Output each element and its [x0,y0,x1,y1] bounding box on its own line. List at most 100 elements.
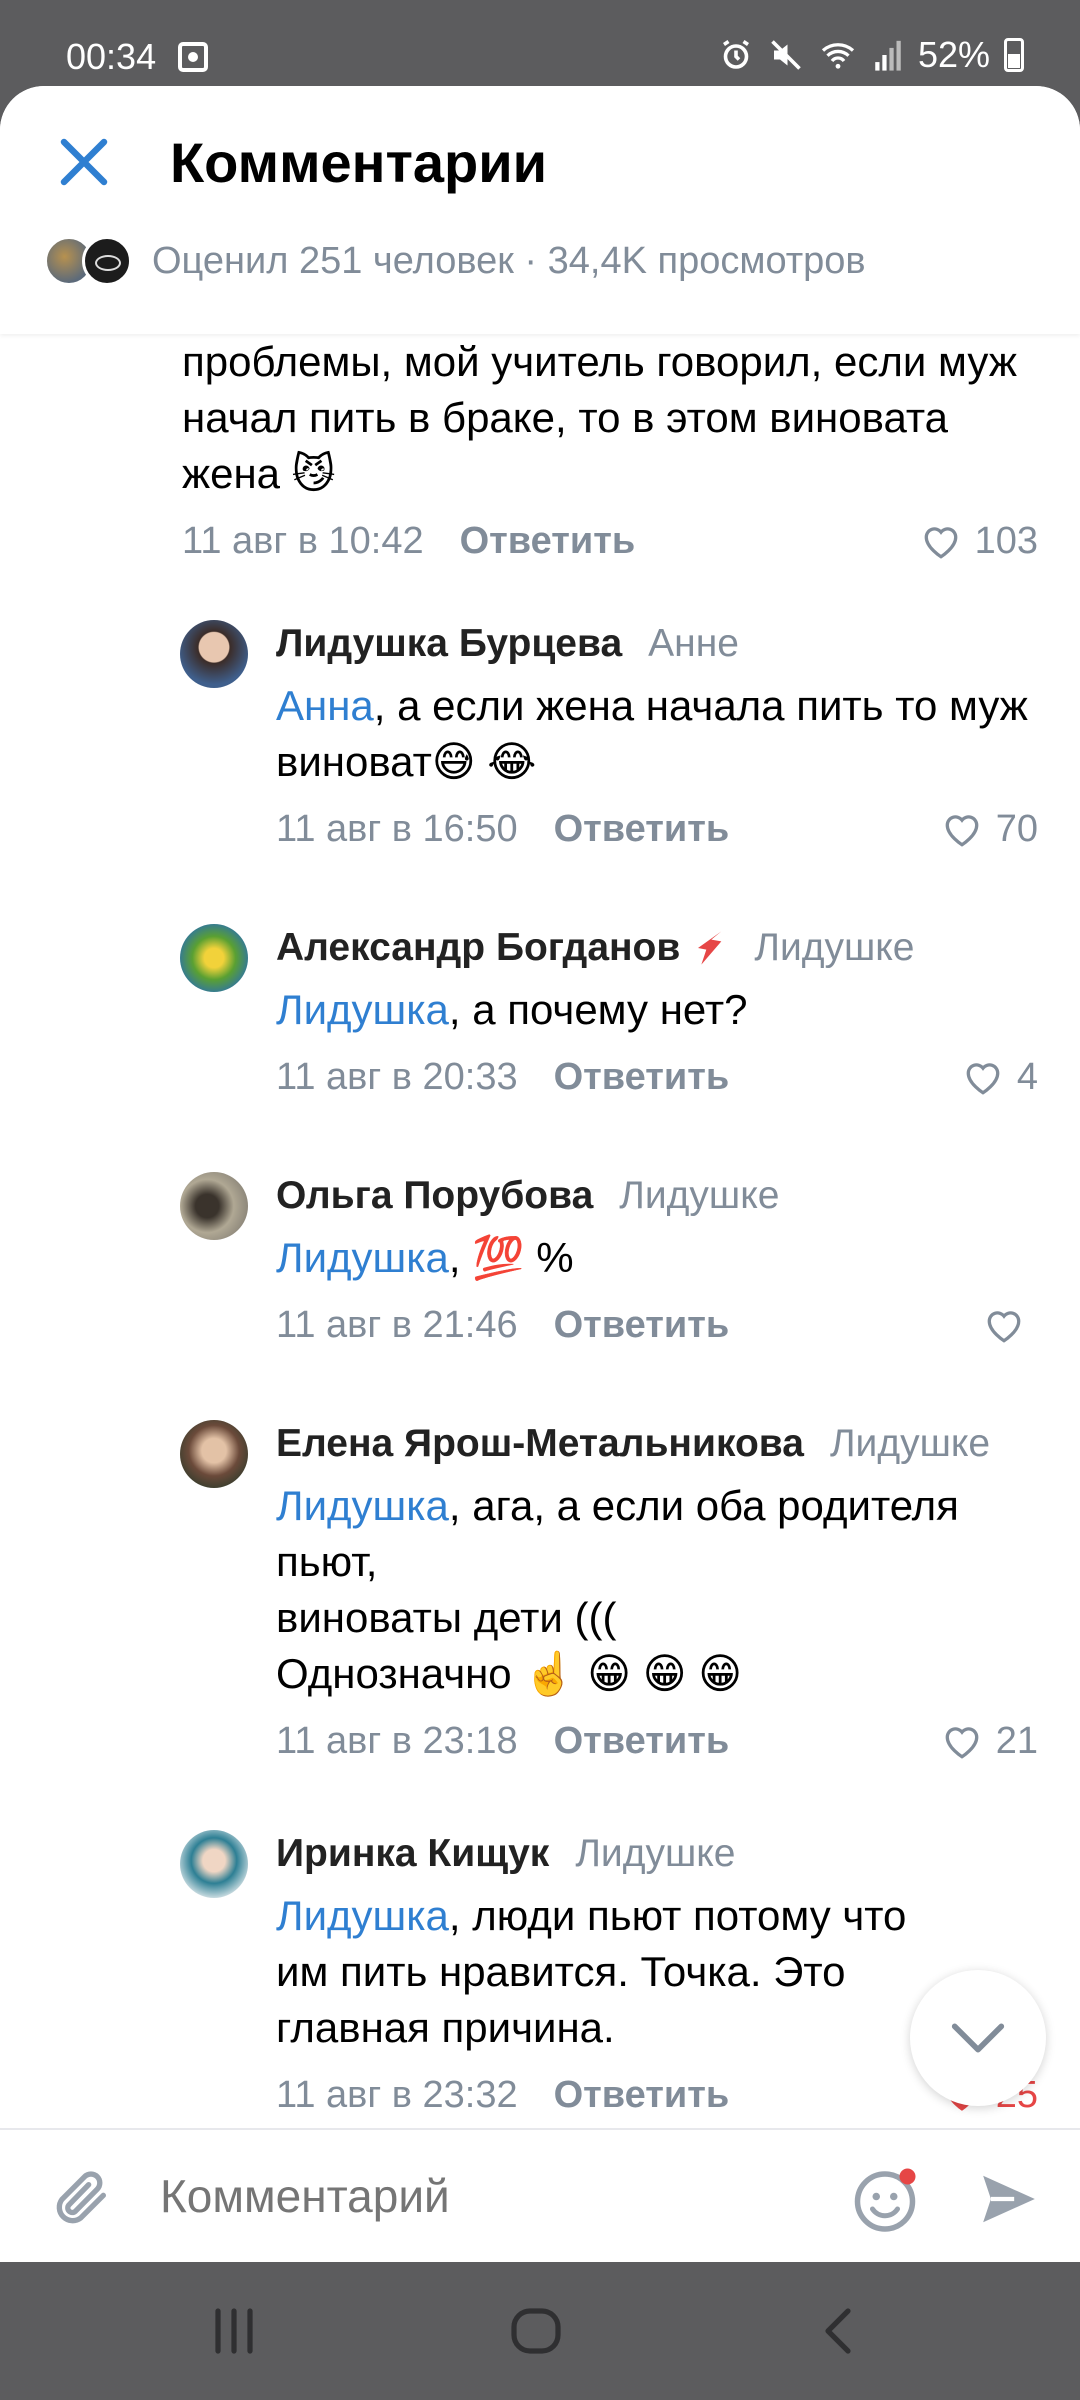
liked-avatars [44,236,132,286]
author-name[interactable]: Лидушка Бурцева [276,620,622,668]
notification-icon [178,42,208,72]
battery-icon [1004,38,1024,72]
reply-button[interactable]: Ответить [554,1720,730,1763]
mention-link[interactable]: Лидушка [276,986,449,1033]
comment-text: Лидушка, люди пьют потому что им пить нр… [276,1888,916,2056]
comment-time: 11 авг в 23:32 [276,2074,518,2116]
like-button[interactable]: 21 [942,1720,1038,1763]
comment-time: 11 авг в 20:33 [276,1056,518,1098]
comment-time: 11 авг в 23:18 [276,1720,518,1762]
comment-header: Елена Ярош-Метальникова Лидушке [276,1420,1038,1468]
avatar[interactable] [180,620,248,688]
comment-meta: 11 авг в 10:42 Ответить 103 [182,520,1038,563]
signal-icon [875,40,901,71]
alarm-icon [722,40,749,69]
like-count: 4 [1016,1056,1038,1098]
author-name[interactable]: Ольга Порубова [276,1172,593,1220]
status-icons: 52% [718,34,1024,76]
avatar[interactable] [180,1420,248,1488]
comment-item: Александр Богданов Лидушке Лидушка, а по… [180,924,1038,1099]
chevron-down-icon [951,2023,1005,2053]
mention-link[interactable]: Анна [276,682,374,729]
reply-button[interactable]: Ответить [554,808,730,851]
comment-time: 11 авг в 10:42 [182,520,424,562]
comments-header: Комментарии Оценил 251 человек · 34,4K п… [0,86,1080,334]
scroll-down-button[interactable] [910,1970,1046,2106]
reply-button[interactable]: Ответить [460,520,636,563]
comment-time: 11 авг в 16:50 [276,808,518,850]
comment-text: Лидушка, ага, а если оба родителя пьют, … [276,1478,1038,1702]
reply-to[interactable]: Лидушке [575,1830,735,1878]
comment-body: , 💯 % [448,1234,574,1281]
comment-meta: 11 авг в 21:46 Ответить [276,1304,1038,1347]
comment-text: Лидушка, а почему нет? [276,982,1038,1038]
prometheus-flame-icon [698,931,722,965]
author-name[interactable]: Елена Ярош-Метальникова [276,1420,804,1468]
reply-to[interactable]: Лидушке [619,1172,779,1220]
comment-body: , а если жена начала пить то муж виноват… [276,682,1028,785]
avatar[interactable] [180,1172,248,1240]
recents-icon[interactable] [206,2306,262,2356]
comments-list[interactable]: проблемы, мой учитель говорил, если муж … [0,334,1080,2212]
back-icon[interactable] [816,2306,864,2356]
avatar[interactable] [180,1830,248,1898]
comment-meta: 11 авг в 20:33 Ответить 4 [276,1056,1038,1099]
like-count: 21 [995,1720,1038,1762]
like-button[interactable]: 4 [963,1056,1038,1099]
like-count: 70 [995,808,1038,850]
battery-percent: 52% [917,34,990,75]
reply-to[interactable]: Лидушке [754,924,914,972]
wifi-icon [821,43,855,69]
reply-button[interactable]: Ответить [554,1304,730,1347]
reply-to[interactable]: Лидушке [830,1420,990,1468]
comment-item: Иринка Кищук Лидушке Лидушка, люди пьют … [180,1830,1038,2117]
mute-icon [771,40,801,70]
reply-to[interactable]: Анне [648,620,739,668]
heart-icon [987,1310,1021,1343]
comment-partial: проблемы, мой учитель говорил, если муж … [182,334,1038,563]
like-count: 103 [974,520,1038,562]
avatar[interactable] [180,924,248,992]
comment-meta: 11 авг в 23:32 Ответить 25 [276,2074,1038,2117]
reply-button[interactable]: Ответить [554,1056,730,1099]
comment-time: 11 авг в 21:46 [276,1304,518,1346]
like-button[interactable]: 70 [942,808,1038,851]
send-icon[interactable] [978,2170,1040,2228]
comment-header: Лидушка Бурцева Анне [276,620,1038,668]
like-button[interactable]: 103 [921,520,1038,563]
comment-meta: 11 авг в 23:18 Ответить 21 [276,1720,1038,1763]
sticker-icon[interactable] [850,2164,920,2234]
comment-header: Иринка Кищук Лидушке [276,1830,1038,1878]
comment-item: Елена Ярош-Метальникова Лидушке Лидушка,… [180,1420,1038,1763]
avatar [82,236,132,286]
comment-input[interactable] [160,2164,800,2228]
heart-icon [966,1062,1000,1095]
author-name[interactable]: Александр Богданов [276,924,680,972]
comment-body: , а почему нет? [448,986,748,1033]
like-button[interactable] [984,1308,1038,1344]
comment-composer [0,2128,1080,2262]
close-icon[interactable] [54,132,114,192]
mention-link[interactable]: Лидушка [276,1482,449,1529]
page-title: Комментарии [170,131,548,194]
comments-sheet: Комментарии Оценил 251 человек · 34,4K п… [0,86,1080,2262]
likes-views-text: Оценил 251 человек · 34,4K просмотров [152,239,866,282]
post-stats[interactable]: Оценил 251 человек · 34,4K просмотров [44,236,866,286]
paperclip-icon[interactable] [50,2166,114,2230]
comment-item: Лидушка Бурцева Анне Анна, а если жена н… [180,620,1038,851]
comment-header: Ольга Порубова Лидушке [276,1172,1038,1220]
comment-text: Анна, а если жена начала пить то муж вин… [276,678,1038,790]
comment-item: Ольга Порубова Лидушке Лидушка, 💯 % 11 а… [180,1172,1038,1347]
heart-icon [945,1726,979,1759]
mention-link[interactable]: Лидушка [276,1892,449,1939]
status-time: 00:34 [66,36,157,77]
comment-meta: 11 авг в 16:50 Ответить 70 [276,808,1038,851]
comment-text: Лидушка, 💯 % [276,1230,1038,1286]
heart-icon [924,526,957,559]
system-nav-bar [0,2262,1080,2400]
author-name[interactable]: Иринка Кищук [276,1830,549,1878]
reply-button[interactable]: Ответить [554,2074,730,2117]
mention-link[interactable]: Лидушка [276,1234,449,1281]
home-icon[interactable] [508,2306,564,2356]
comment-text: проблемы, мой учитель говорил, если муж … [182,338,1017,497]
